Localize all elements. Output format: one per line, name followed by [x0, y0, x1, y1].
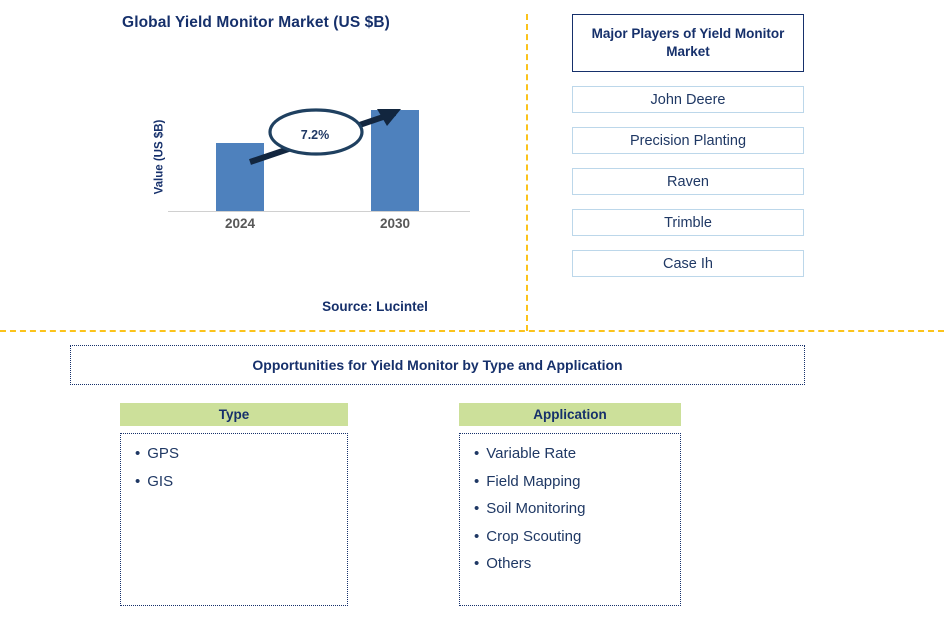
horizontal-divider	[0, 330, 944, 332]
y-axis-label: Value (US $B)	[150, 99, 168, 214]
vertical-divider	[526, 14, 528, 331]
list-item: GPS	[135, 445, 347, 463]
chart-baseline-axis	[168, 211, 470, 212]
x-tick-2030: 2030	[379, 216, 411, 231]
application-column-box: Variable Rate Field Mapping Soil Monitor…	[459, 433, 681, 606]
type-column-box: GPS GIS	[120, 433, 348, 606]
x-tick-2024: 2024	[224, 216, 256, 231]
list-item: Soil Monitoring	[474, 500, 680, 518]
major-players-panel: Major Players of Yield Monitor Market Jo…	[572, 14, 804, 277]
list-item: GIS	[135, 473, 347, 491]
application-column-header: Application	[459, 403, 681, 426]
player-item[interactable]: Raven	[572, 168, 804, 195]
player-item[interactable]: John Deere	[572, 86, 804, 113]
source-note: Source: Lucintel	[322, 299, 428, 314]
major-players-header: Major Players of Yield Monitor Market	[572, 14, 804, 72]
cagr-value-label: 7.2%	[300, 128, 330, 142]
player-item[interactable]: Case Ih	[572, 250, 804, 277]
list-item: Variable Rate	[474, 445, 680, 463]
chart-title: Global Yield Monitor Market (US $B)	[122, 14, 390, 31]
player-item[interactable]: Precision Planting	[572, 127, 804, 154]
list-item: Field Mapping	[474, 473, 680, 491]
list-item: Crop Scouting	[474, 528, 680, 546]
opportunities-banner: Opportunities for Yield Monitor by Type …	[70, 345, 805, 385]
player-item[interactable]: Trimble	[572, 209, 804, 236]
y-axis-label-text: Value (US $B)	[153, 119, 165, 194]
list-item: Others	[474, 555, 680, 573]
type-column-header: Type	[120, 403, 348, 426]
market-chart-panel: Global Yield Monitor Market (US $B) Valu…	[0, 0, 520, 332]
